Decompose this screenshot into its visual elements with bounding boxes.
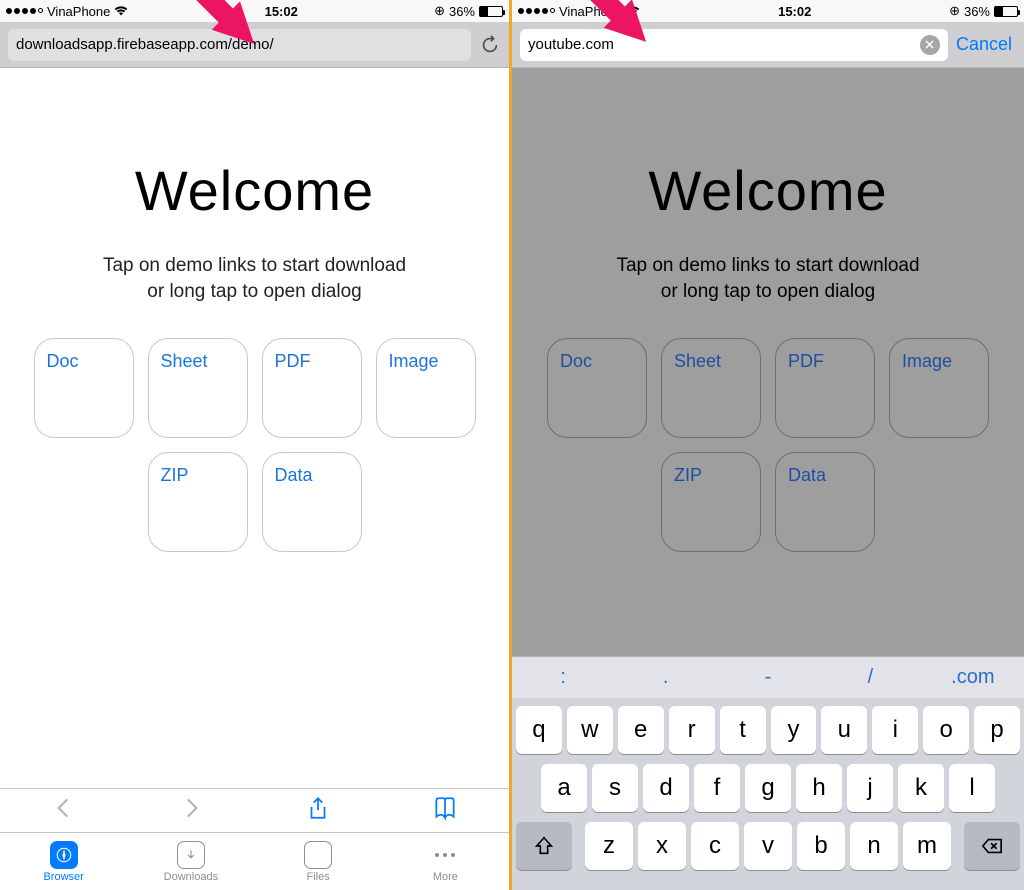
more-icon (431, 841, 459, 869)
bookmarks-button[interactable] (432, 795, 458, 826)
key-u[interactable]: u (821, 706, 867, 754)
share-button[interactable] (305, 795, 331, 826)
key-i[interactable]: i (872, 706, 918, 754)
rotation-lock-icon: ⊕ (434, 3, 445, 19)
browser-toolbar (0, 788, 509, 832)
battery-percent: 36% (449, 4, 475, 19)
tile-sheet[interactable]: Sheet (661, 338, 761, 438)
key-n[interactable]: n (850, 822, 898, 870)
keyboard-row-3: z x c v b n m (516, 822, 1020, 870)
key-c[interactable]: c (691, 822, 739, 870)
key-v[interactable]: v (744, 822, 792, 870)
battery-icon (994, 6, 1018, 17)
key-p[interactable]: p (974, 706, 1020, 754)
key-d[interactable]: d (643, 764, 689, 812)
key-w[interactable]: w (567, 706, 613, 754)
key-t[interactable]: t (720, 706, 766, 754)
key-f[interactable]: f (694, 764, 740, 812)
keyboard: q w e r t y u i o p a s d f g h j k l (512, 698, 1024, 890)
tile-sheet[interactable]: Sheet (148, 338, 248, 438)
download-icon (177, 841, 205, 869)
tab-more[interactable]: More (382, 833, 509, 890)
key-shift[interactable] (516, 822, 572, 870)
url-bar: youtube.com Cancel (512, 22, 1024, 68)
tab-downloads[interactable]: Downloads (127, 833, 254, 890)
tile-image[interactable]: Image (889, 338, 989, 438)
tab-files[interactable]: Files (255, 833, 382, 890)
page-title: Welcome (135, 158, 374, 223)
key-j[interactable]: j (847, 764, 893, 812)
clear-url-button[interactable] (920, 35, 940, 55)
url-text: youtube.com (528, 36, 614, 53)
kb-dot[interactable]: . (614, 666, 716, 689)
url-field[interactable]: youtube.com (520, 29, 948, 61)
files-icon (304, 841, 332, 869)
tab-bar: Browser Downloads Files More (0, 832, 509, 890)
key-o[interactable]: o (923, 706, 969, 754)
key-b[interactable]: b (797, 822, 845, 870)
key-a[interactable]: a (541, 764, 587, 812)
key-h[interactable]: h (796, 764, 842, 812)
tile-data[interactable]: Data (262, 452, 362, 552)
key-k[interactable]: k (898, 764, 944, 812)
cancel-button[interactable]: Cancel (956, 34, 1016, 55)
key-backspace[interactable] (964, 822, 1020, 870)
status-time: 15:02 (265, 4, 298, 19)
key-s[interactable]: s (592, 764, 638, 812)
signal-dots-icon (518, 8, 555, 14)
tile-doc[interactable]: Doc (34, 338, 134, 438)
key-m[interactable]: m (903, 822, 951, 870)
tile-zip[interactable]: ZIP (148, 452, 248, 552)
signal-dots-icon (6, 8, 43, 14)
key-e[interactable]: e (618, 706, 664, 754)
status-time: 15:02 (778, 4, 811, 19)
page-content: Welcome Tap on demo links to start downl… (512, 68, 1024, 656)
tab-browser[interactable]: Browser (0, 833, 127, 890)
kb-colon[interactable]: : (512, 666, 614, 689)
compass-icon (50, 841, 78, 869)
key-g[interactable]: g (745, 764, 791, 812)
tile-image[interactable]: Image (376, 338, 476, 438)
keyboard-accessory: : . - / .com (512, 656, 1024, 698)
battery-icon (479, 6, 503, 17)
key-l[interactable]: l (949, 764, 995, 812)
back-button[interactable] (51, 795, 77, 826)
page-subtitle: Tap on demo links to start download or l… (616, 253, 919, 304)
page-title: Welcome (648, 158, 887, 223)
reload-button[interactable] (479, 34, 501, 56)
tile-zip[interactable]: ZIP (661, 452, 761, 552)
page-subtitle: Tap on demo links to start download or l… (103, 253, 406, 304)
carrier-label: VinaPhone (47, 4, 110, 19)
tile-doc[interactable]: Doc (547, 338, 647, 438)
wifi-icon (114, 6, 128, 16)
tile-pdf[interactable]: PDF (775, 338, 875, 438)
keyboard-row-2: a s d f g h j k l (516, 764, 1020, 812)
page-content: Welcome Tap on demo links to start downl… (0, 68, 509, 788)
phone-right: VinaPhone 15:02 ⊕ 36% youtube.com Cancel… (512, 0, 1024, 890)
battery-percent: 36% (964, 4, 990, 19)
kb-com[interactable]: .com (922, 666, 1024, 689)
tile-grid: Doc Sheet PDF Image ZIP Data (32, 338, 477, 552)
key-y[interactable]: y (771, 706, 817, 754)
rotation-lock-icon: ⊕ (949, 3, 960, 19)
kb-dash[interactable]: - (717, 666, 819, 689)
key-r[interactable]: r (669, 706, 715, 754)
key-z[interactable]: z (585, 822, 633, 870)
phone-left: VinaPhone 15:02 ⊕ 36% downloadsapp.fireb… (0, 0, 512, 890)
tile-data[interactable]: Data (775, 452, 875, 552)
keyboard-row-1: q w e r t y u i o p (516, 706, 1020, 754)
tile-pdf[interactable]: PDF (262, 338, 362, 438)
tile-grid: Doc Sheet PDF Image ZIP Data (546, 338, 991, 552)
key-x[interactable]: x (638, 822, 686, 870)
key-q[interactable]: q (516, 706, 562, 754)
forward-button[interactable] (178, 795, 204, 826)
kb-slash[interactable]: / (819, 666, 921, 689)
